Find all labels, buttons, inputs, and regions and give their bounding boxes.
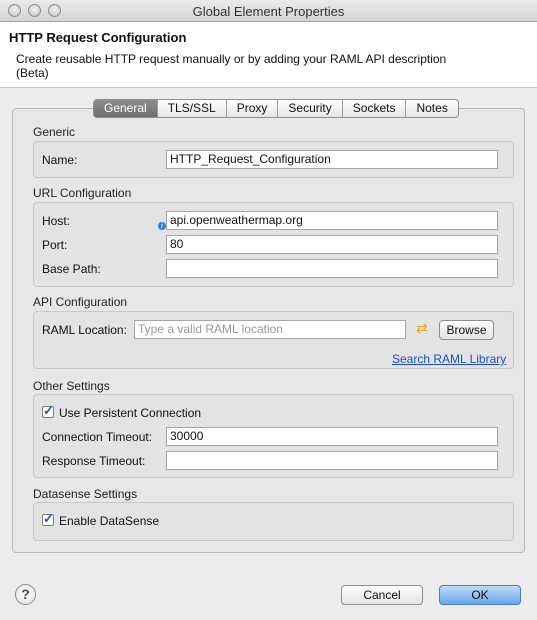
tab-general[interactable]: General <box>94 100 158 117</box>
connection-timeout-label: Connection Timeout: <box>42 430 153 444</box>
help-icon[interactable]: ? <box>15 584 36 605</box>
refresh-icon[interactable]: ⇄ <box>416 321 431 336</box>
connection-timeout-field[interactable]: 30000 <box>166 427 498 446</box>
response-timeout-field[interactable] <box>166 451 498 470</box>
port-label: Port: <box>42 238 68 252</box>
generic-section-label: Generic <box>33 125 76 139</box>
tab-notes[interactable]: Notes <box>406 100 457 117</box>
port-field[interactable]: 80 <box>166 235 498 254</box>
tab-proxy[interactable]: Proxy <box>227 100 279 117</box>
dialog-description: Create reusable HTTP request manually or… <box>16 52 447 80</box>
other-section-label: Other Settings <box>33 379 110 393</box>
ok-button[interactable]: OK <box>439 585 521 605</box>
name-field[interactable]: HTTP_Request_Configuration <box>166 150 498 169</box>
raml-location-label: RAML Location: <box>42 323 127 337</box>
dialog-title: HTTP Request Configuration <box>9 30 187 45</box>
datasense-section-label: Datasense Settings <box>33 487 138 501</box>
host-field[interactable]: api.openweathermap.org <box>166 211 498 230</box>
dialog-header: HTTP Request Configuration Create reusab… <box>0 22 537 88</box>
response-timeout-label: Response Timeout: <box>42 454 146 468</box>
tab-security[interactable]: Security <box>278 100 343 117</box>
search-raml-library-link[interactable]: Search RAML Library <box>392 352 506 366</box>
persistent-connection-label: Use Persistent Connection <box>59 406 202 420</box>
persistent-connection-checkbox[interactable] <box>42 403 54 419</box>
host-label: Host: <box>42 214 71 228</box>
browse-button[interactable]: Browse <box>439 320 494 340</box>
window-title: Global Element Properties <box>192 4 345 19</box>
cancel-button[interactable]: Cancel <box>341 585 423 605</box>
tab-bar: General TLS/SSL Proxy Security Sockets N… <box>93 99 459 118</box>
enable-datasense-checkbox[interactable] <box>42 511 54 527</box>
enable-datasense-label: Enable DataSense <box>59 514 160 528</box>
base-path-label: Base Path: <box>42 262 101 276</box>
info-icon: i <box>158 222 166 230</box>
api-section-label: API Configuration <box>33 295 128 309</box>
url-section-label: URL Configuration <box>33 186 132 200</box>
window-titlebar: Global Element Properties <box>0 0 537 22</box>
name-label: Name: <box>42 153 78 167</box>
raml-location-field[interactable]: Type a valid RAML location <box>134 320 406 339</box>
tab-tls-ssl[interactable]: TLS/SSL <box>158 100 227 117</box>
base-path-field[interactable] <box>166 259 498 278</box>
tab-sockets[interactable]: Sockets <box>343 100 407 117</box>
